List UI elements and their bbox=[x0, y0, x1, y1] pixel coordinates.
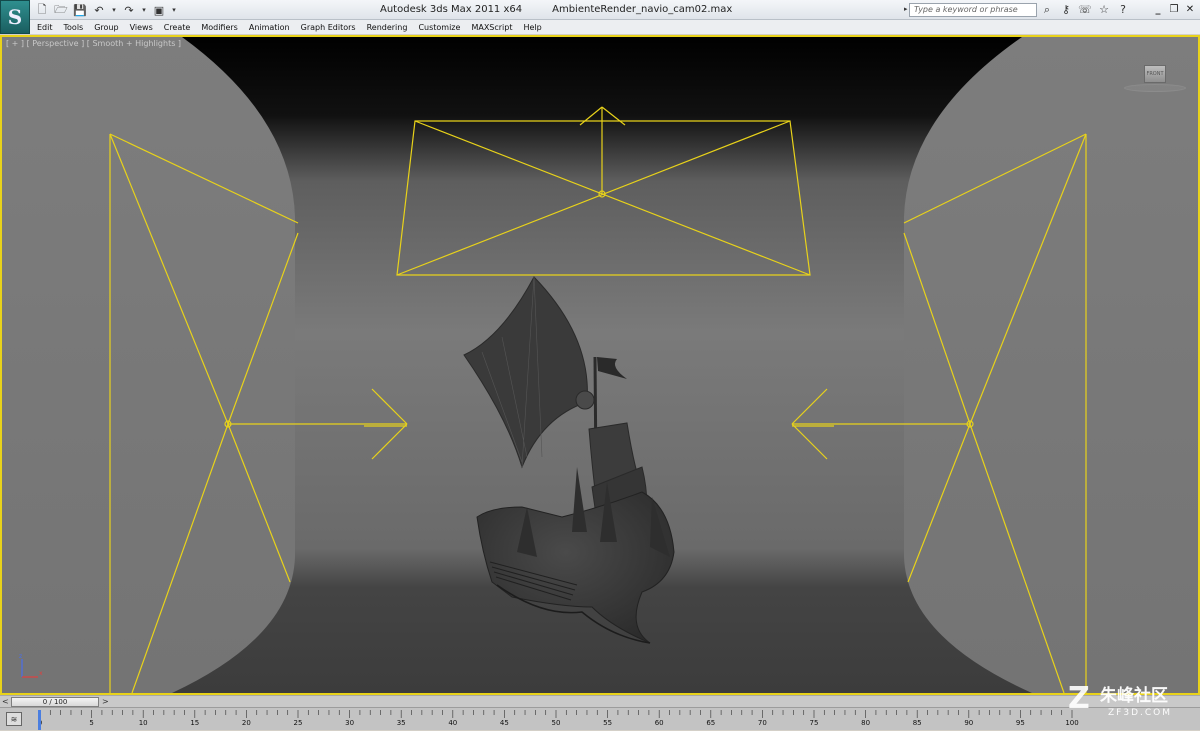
time-slider-prev-button[interactable]: < bbox=[2, 697, 10, 707]
3dsmax-window: 🗋 🗁 💾 ↶ ▾ ↷ ▾ ▣ ▾ Autodesk 3ds Max 2011 … bbox=[0, 0, 1200, 730]
menu-maxscript[interactable]: MAXScript bbox=[471, 23, 512, 32]
track-tick-label: 15 bbox=[190, 719, 200, 727]
open-folder-icon[interactable]: 🗁 bbox=[53, 3, 69, 18]
menu-create[interactable]: Create bbox=[164, 23, 191, 32]
search-input[interactable]: Type a keyword or phrase bbox=[909, 3, 1037, 17]
track-tick-label: 35 bbox=[396, 719, 406, 727]
undo-icon[interactable]: ↶ bbox=[91, 3, 107, 18]
binoculars-icon[interactable]: ⌕ bbox=[1040, 2, 1054, 17]
subscription-key-icon[interactable]: ⚷ bbox=[1059, 2, 1073, 17]
watermark-cn-text: 朱峰社区 bbox=[1100, 686, 1168, 706]
window-title: Autodesk 3ds Max 2011 x64 AmbienteRender_… bbox=[380, 4, 732, 15]
menu-rendering[interactable]: Rendering bbox=[367, 23, 408, 32]
app-logo-icon: S bbox=[7, 5, 23, 29]
track-tick-label: 25 bbox=[293, 719, 303, 727]
redo-dropdown-icon[interactable]: ▾ bbox=[140, 3, 148, 18]
track-tick-label: 20 bbox=[241, 719, 251, 727]
new-file-icon[interactable]: 🗋 bbox=[34, 3, 50, 18]
menu-views[interactable]: Views bbox=[130, 23, 153, 32]
menu-group[interactable]: Group bbox=[94, 23, 118, 32]
track-tick-label: 65 bbox=[706, 719, 716, 727]
axis-tripod-icon: z x bbox=[19, 653, 43, 678]
search-expand-icon[interactable]: ▸ bbox=[904, 5, 908, 13]
minimize-icon[interactable]: _ bbox=[1152, 2, 1164, 16]
track-tick-label: 40 bbox=[448, 719, 458, 727]
watermark-url: ZF3D.COM bbox=[1108, 708, 1172, 718]
time-slider-next-button[interactable]: > bbox=[102, 697, 110, 707]
application-button[interactable]: S bbox=[0, 0, 30, 34]
menu-animation[interactable]: Animation bbox=[249, 23, 290, 32]
watermark-logo: Z 朱峰社区 ZF3D.COM bbox=[1068, 684, 1196, 726]
time-slider: < 0 / 100 > bbox=[0, 695, 1200, 707]
track-tick-label: 60 bbox=[654, 719, 664, 727]
track-tick-label: 85 bbox=[912, 719, 922, 727]
menu-tools[interactable]: Tools bbox=[64, 23, 84, 32]
track-tick-label: 90 bbox=[964, 719, 974, 727]
track-tick-label: 5 bbox=[89, 719, 94, 727]
redo-icon[interactable]: ↷ bbox=[121, 3, 137, 18]
perspective-viewport[interactable]: [ + ] [ Perspective ] [ Smooth + Highlig… bbox=[0, 35, 1200, 695]
track-ruler[interactable] bbox=[36, 708, 1200, 731]
crows-nest bbox=[575, 390, 595, 410]
title-bar: 🗋 🗁 💾 ↶ ▾ ↷ ▾ ▣ ▾ Autodesk 3ds Max 2011 … bbox=[0, 0, 1200, 20]
qa-customize-dropdown-icon[interactable]: ▾ bbox=[170, 3, 178, 18]
restore-icon[interactable]: ❐ bbox=[1168, 2, 1180, 16]
menu-customize[interactable]: Customize bbox=[418, 23, 460, 32]
track-tick-label: 95 bbox=[1015, 719, 1025, 727]
menu-help[interactable]: Help bbox=[524, 23, 542, 32]
menu-edit[interactable]: Edit bbox=[37, 23, 53, 32]
undo-dropdown-icon[interactable]: ▾ bbox=[110, 3, 118, 18]
viewcube[interactable]: FRONT bbox=[1144, 65, 1166, 83]
right-wall bbox=[904, 37, 1198, 693]
file-name: AmbienteRender_navio_cam02.max bbox=[552, 4, 733, 15]
close-icon[interactable]: ✕ bbox=[1184, 2, 1196, 16]
current-frame-marker[interactable] bbox=[38, 710, 41, 730]
axis-z-label: z bbox=[19, 653, 22, 660]
quick-access-toolbar: 🗋 🗁 💾 ↶ ▾ ↷ ▾ ▣ ▾ bbox=[34, 2, 178, 18]
track-tick-label: 55 bbox=[603, 719, 613, 727]
track-tick-label: 45 bbox=[499, 719, 509, 727]
menu-bar: Edit Tools Group Views Create Modifiers … bbox=[30, 20, 1200, 34]
favorites-star-icon[interactable]: ☆ bbox=[1097, 2, 1111, 17]
help-icon[interactable]: ? bbox=[1116, 2, 1130, 17]
track-tick-label: 70 bbox=[757, 719, 767, 727]
track-tick-label: 30 bbox=[345, 719, 355, 727]
save-icon[interactable]: 💾 bbox=[72, 3, 88, 18]
track-tick-label: 10 bbox=[138, 719, 148, 727]
viewport-scene bbox=[2, 37, 1198, 693]
watermark-z-logo: Z bbox=[1068, 681, 1090, 716]
track-tick-label: 80 bbox=[861, 719, 871, 727]
left-wall bbox=[2, 37, 295, 693]
app-name: Autodesk 3ds Max 2011 x64 bbox=[380, 4, 523, 15]
menu-modifiers[interactable]: Modifiers bbox=[201, 23, 238, 32]
track-bar: ≋ 05101520253035404550556065707580859095… bbox=[0, 707, 1200, 730]
time-slider-thumb[interactable]: 0 / 100 bbox=[11, 697, 99, 707]
axis-x-label: x bbox=[39, 670, 43, 677]
track-tick-label: 50 bbox=[551, 719, 561, 727]
menu-graph-editors[interactable]: Graph Editors bbox=[301, 23, 356, 32]
viewcube-compass-ring[interactable] bbox=[1124, 84, 1186, 92]
infocenter-toolbar: ⌕ ⚷ ☏ ☆ ? bbox=[1040, 2, 1130, 17]
mini-curve-editor-icon[interactable]: ≋ bbox=[6, 712, 22, 726]
comm-center-icon[interactable]: ☏ bbox=[1078, 2, 1092, 17]
project-icon[interactable]: ▣ bbox=[151, 3, 167, 18]
viewport-label[interactable]: [ + ] [ Perspective ] [ Smooth + Highlig… bbox=[6, 39, 181, 48]
window-controls: _ ❐ ✕ bbox=[1152, 2, 1196, 16]
track-tick-label: 75 bbox=[809, 719, 819, 727]
